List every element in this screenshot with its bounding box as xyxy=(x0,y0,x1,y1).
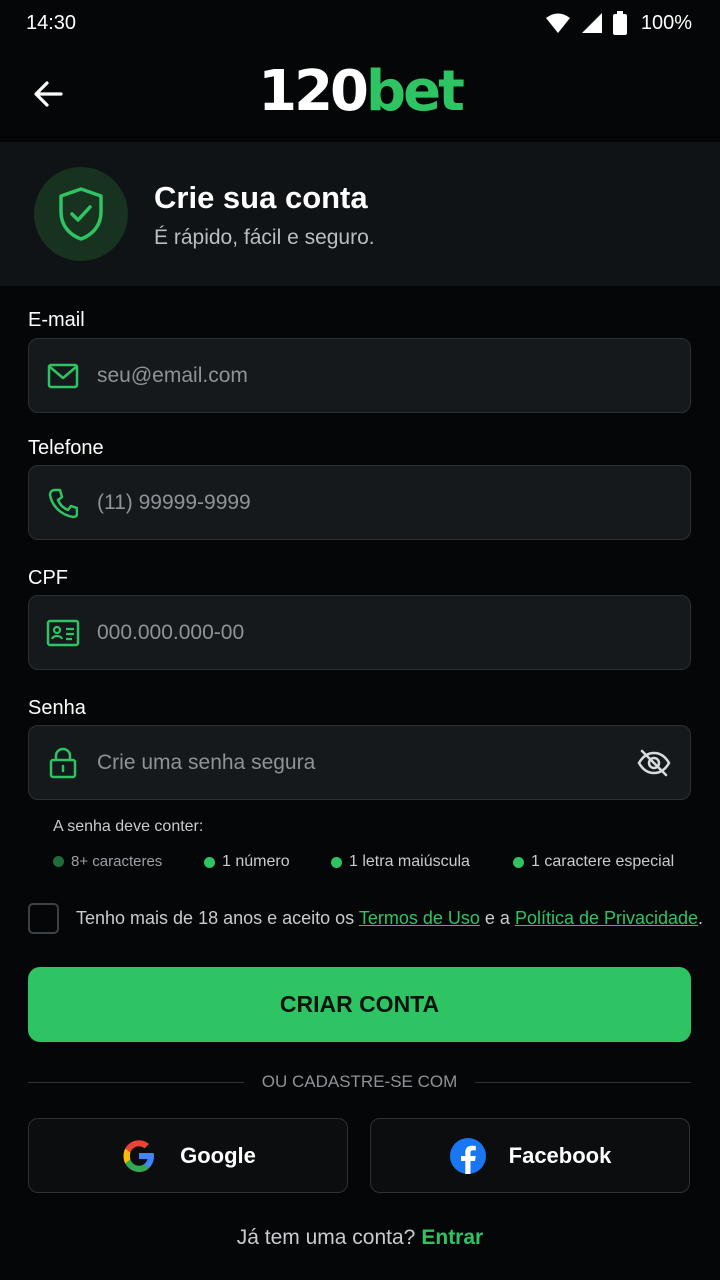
status-time: 14:30 xyxy=(26,11,77,34)
email-field[interactable] xyxy=(28,338,691,413)
signal-icon xyxy=(581,13,602,33)
rule-status-dot xyxy=(53,856,64,867)
password-rules-title: A senha deve conter: xyxy=(53,818,204,835)
status-bar: 14:30 100% xyxy=(0,0,720,46)
toggle-password-visibility[interactable] xyxy=(618,726,690,799)
logo-number: 120 xyxy=(258,59,369,124)
rule-status-dot xyxy=(204,856,215,868)
login-prompt: Já tem uma conta? Entrar xyxy=(0,1226,720,1250)
rule-status-dot xyxy=(513,856,524,868)
logo-word: bet xyxy=(366,59,465,124)
mail-icon xyxy=(29,339,97,412)
divider-text: OU CADASTRE-SE COM xyxy=(261,1072,458,1091)
phone-field[interactable] xyxy=(28,465,691,540)
rule-label: 8+ caracteres xyxy=(71,853,163,870)
facebook-icon xyxy=(449,1137,486,1174)
password-label: Senha xyxy=(28,697,86,719)
terms-middle: e a xyxy=(479,907,515,928)
terms-of-use-link[interactable]: Termos de Uso xyxy=(359,908,480,928)
battery-percent: 100% xyxy=(640,11,692,34)
phone-label: Telefone xyxy=(28,437,104,459)
divider-line xyxy=(475,1081,691,1083)
hero-banner: Crie sua conta É rápido, fácil e seguro. xyxy=(0,142,720,286)
eye-off-icon xyxy=(637,749,671,776)
rule-label: 1 número xyxy=(222,853,290,870)
lock-icon xyxy=(29,726,97,799)
social-divider: OU CADASTRE-SE COM xyxy=(28,1070,691,1094)
facebook-label: Facebook xyxy=(508,1142,612,1168)
privacy-policy-link[interactable]: Política de Privacidade xyxy=(515,908,698,928)
terms-checkbox[interactable] xyxy=(28,902,59,934)
page-title: Crie sua conta xyxy=(154,180,368,215)
divider-line xyxy=(28,1081,244,1083)
rule-uppercase: 1 letra maiúscula xyxy=(331,853,470,871)
id-card-icon xyxy=(29,596,97,669)
terms-text: Tenho mais de 18 anos e aceito os Termos… xyxy=(76,908,703,929)
rule-label: 1 caractere especial xyxy=(531,853,675,870)
rule-special-char: 1 caractere especial xyxy=(513,853,674,871)
login-question: Já tem uma conta? xyxy=(236,1226,416,1249)
terms-suffix: . xyxy=(698,907,704,928)
status-icons: 100% xyxy=(545,11,692,35)
email-input[interactable] xyxy=(97,339,690,412)
google-label: Google xyxy=(180,1142,256,1168)
password-field[interactable] xyxy=(28,725,691,800)
password-input[interactable] xyxy=(97,726,618,799)
top-bar: 120bet xyxy=(0,46,720,142)
shield-check-icon xyxy=(59,187,103,241)
terms-prefix: Tenho mais de 18 anos e aceito os xyxy=(76,907,359,928)
phone-icon xyxy=(29,466,97,539)
rule-min-length: 8+ caracteres xyxy=(53,853,162,870)
google-icon xyxy=(123,1139,155,1172)
brand-logo: 120bet xyxy=(0,58,720,126)
cpf-label: CPF xyxy=(28,567,68,589)
google-signup-button[interactable]: Google xyxy=(28,1118,348,1193)
rule-label: 1 letra maiúscula xyxy=(349,853,470,870)
create-account-button[interactable]: CRIAR CONTA xyxy=(28,967,691,1042)
cpf-input[interactable] xyxy=(97,596,690,669)
cpf-field[interactable] xyxy=(28,595,691,670)
facebook-signup-button[interactable]: Facebook xyxy=(370,1118,690,1193)
terms-row: Tenho mais de 18 anos e aceito os Termos… xyxy=(28,902,703,934)
email-label: E-mail xyxy=(28,309,85,331)
login-link[interactable]: Entrar xyxy=(421,1226,483,1249)
battery-icon xyxy=(612,11,627,35)
shield-badge xyxy=(34,167,128,261)
wifi-icon xyxy=(545,13,570,33)
rule-status-dot xyxy=(331,856,342,868)
rule-number: 1 número xyxy=(204,853,290,871)
phone-input[interactable] xyxy=(97,466,690,539)
page-subtitle: É rápido, fácil e seguro. xyxy=(154,226,375,249)
